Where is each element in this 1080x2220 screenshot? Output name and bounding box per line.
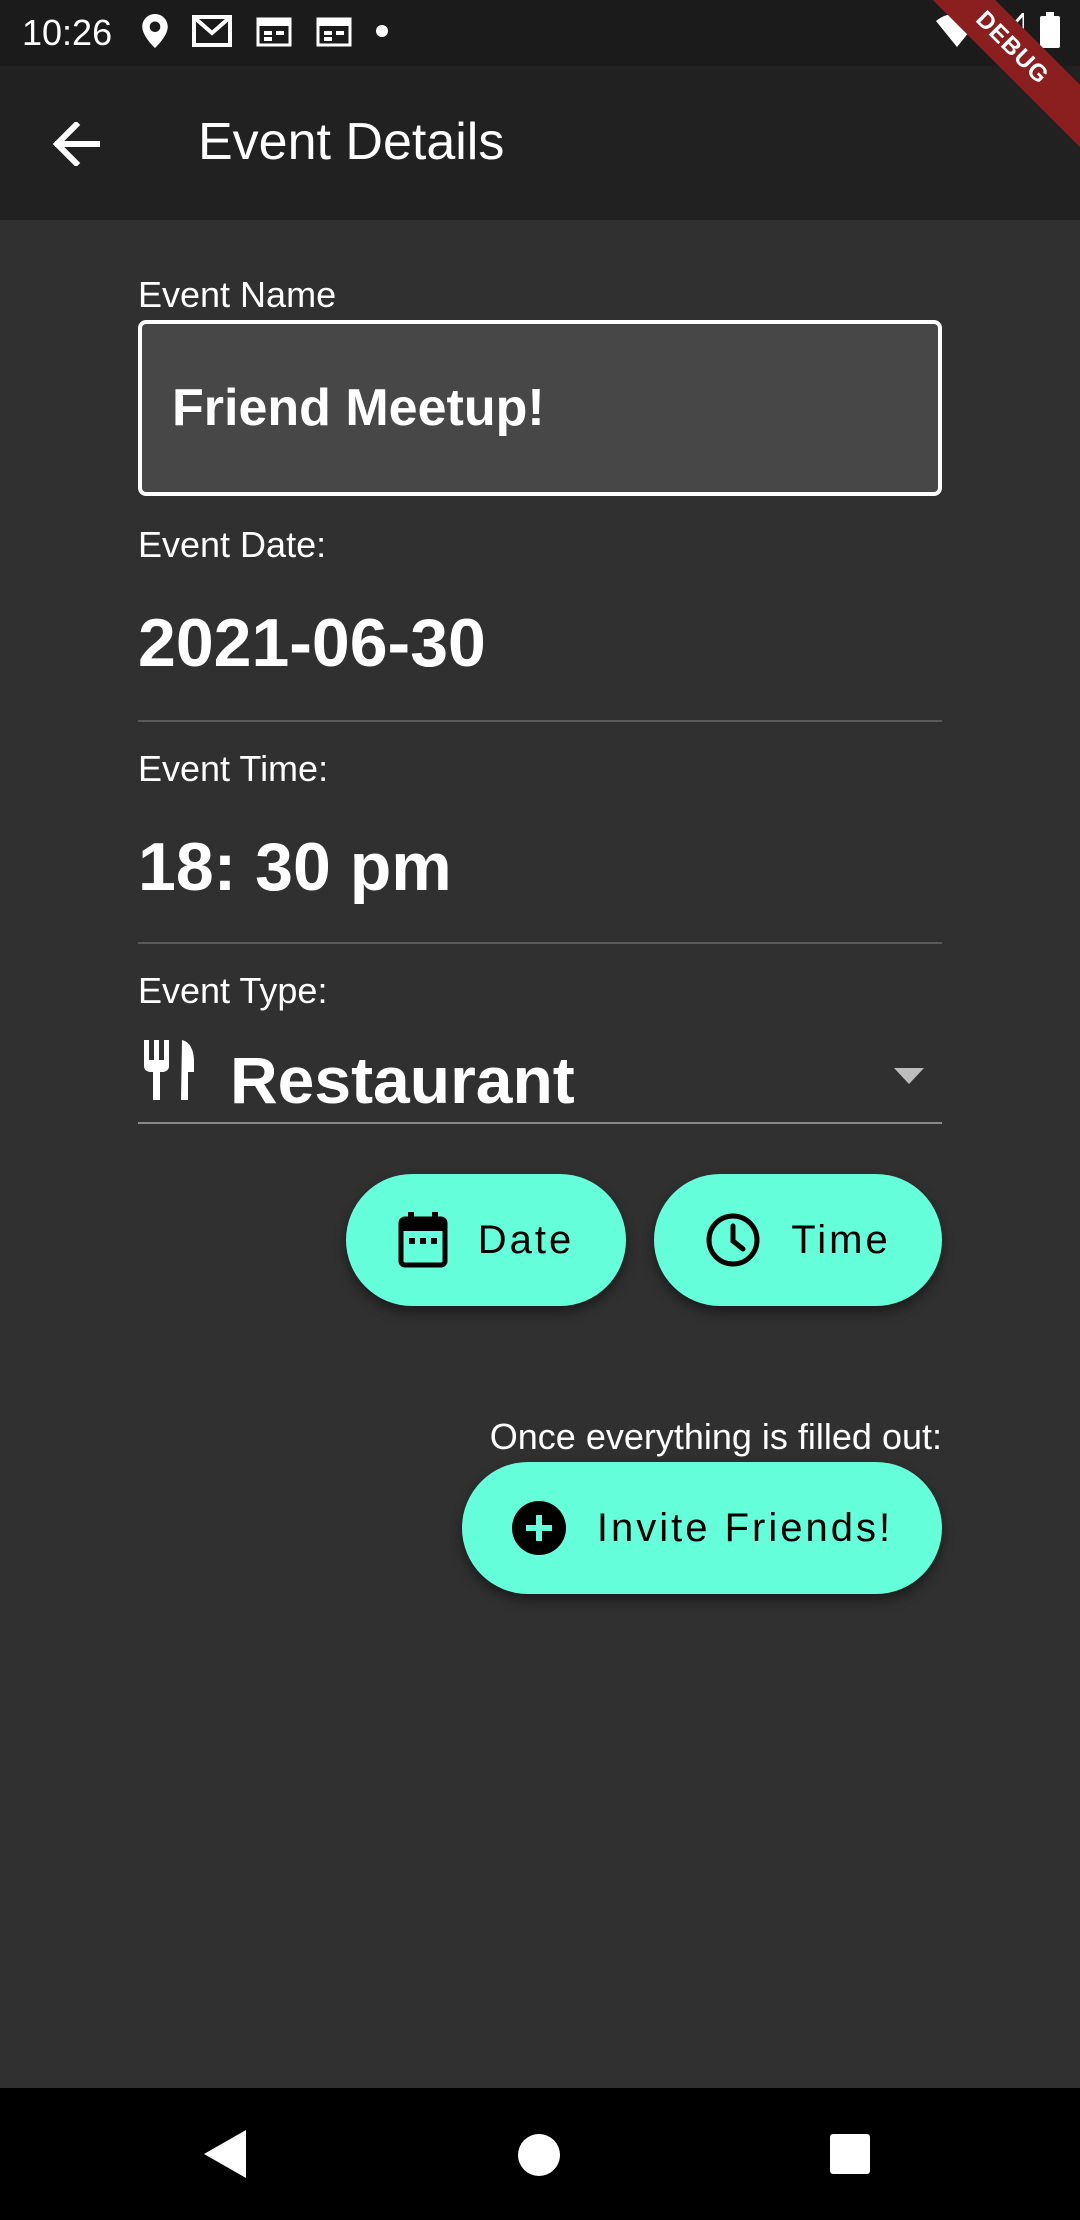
calendar-notification-icon: [316, 15, 352, 52]
event-date-value: 2021-06-30: [138, 605, 486, 681]
date-button-label: Date: [477, 1217, 575, 1262]
event-time-value: 18: 30 pm: [138, 829, 452, 905]
page-title: Event Details: [198, 113, 505, 171]
add-circle-icon: [511, 1500, 567, 1556]
time-button-label: Time: [791, 1217, 891, 1262]
event-date-label: Event Date:: [138, 524, 327, 565]
event-time-label: Event Time:: [138, 748, 329, 789]
event-type-value: Restaurant: [230, 1043, 575, 1117]
location-pin-icon: [142, 13, 168, 53]
back-button[interactable]: [46, 116, 106, 172]
date-divider: [138, 720, 942, 722]
system-nav-bar: [0, 2088, 1080, 2220]
dot-icon: [376, 24, 389, 42]
app-bar: Event Details: [0, 66, 1080, 220]
restaurant-icon: [142, 1040, 198, 1105]
gmail-icon: [192, 14, 233, 52]
status-time: 10:26: [22, 12, 113, 53]
event-name-field[interactable]: [138, 320, 942, 496]
pick-date-button[interactable]: Date: [346, 1174, 626, 1306]
time-divider: [138, 942, 942, 944]
invite-button-label: Invite Friends!: [596, 1505, 894, 1550]
arrow-back-icon: [52, 122, 100, 166]
event-type-label: Event Type:: [138, 970, 328, 1011]
battery-icon: [1040, 12, 1060, 53]
event-name-label: Event Name: [138, 274, 337, 315]
calendar-notification-icon: [256, 15, 292, 52]
nav-home-icon[interactable]: [518, 2134, 560, 2176]
event-name-input[interactable]: [172, 378, 938, 438]
nav-recents-icon[interactable]: [830, 2134, 870, 2174]
dropdown-arrow-icon: [894, 1068, 924, 1089]
calendar-icon: [398, 1212, 448, 1268]
clock-icon: [705, 1212, 761, 1268]
status-bar: 10:26: [0, 0, 1080, 66]
event-type-dropdown[interactable]: Restaurant: [138, 1028, 942, 1124]
invite-friends-button[interactable]: Invite Friends!: [462, 1462, 942, 1594]
invite-hint: Once everything is filled out:: [489, 1416, 942, 1457]
nav-back-icon[interactable]: [204, 2130, 246, 2183]
pick-time-button[interactable]: Time: [654, 1174, 942, 1306]
